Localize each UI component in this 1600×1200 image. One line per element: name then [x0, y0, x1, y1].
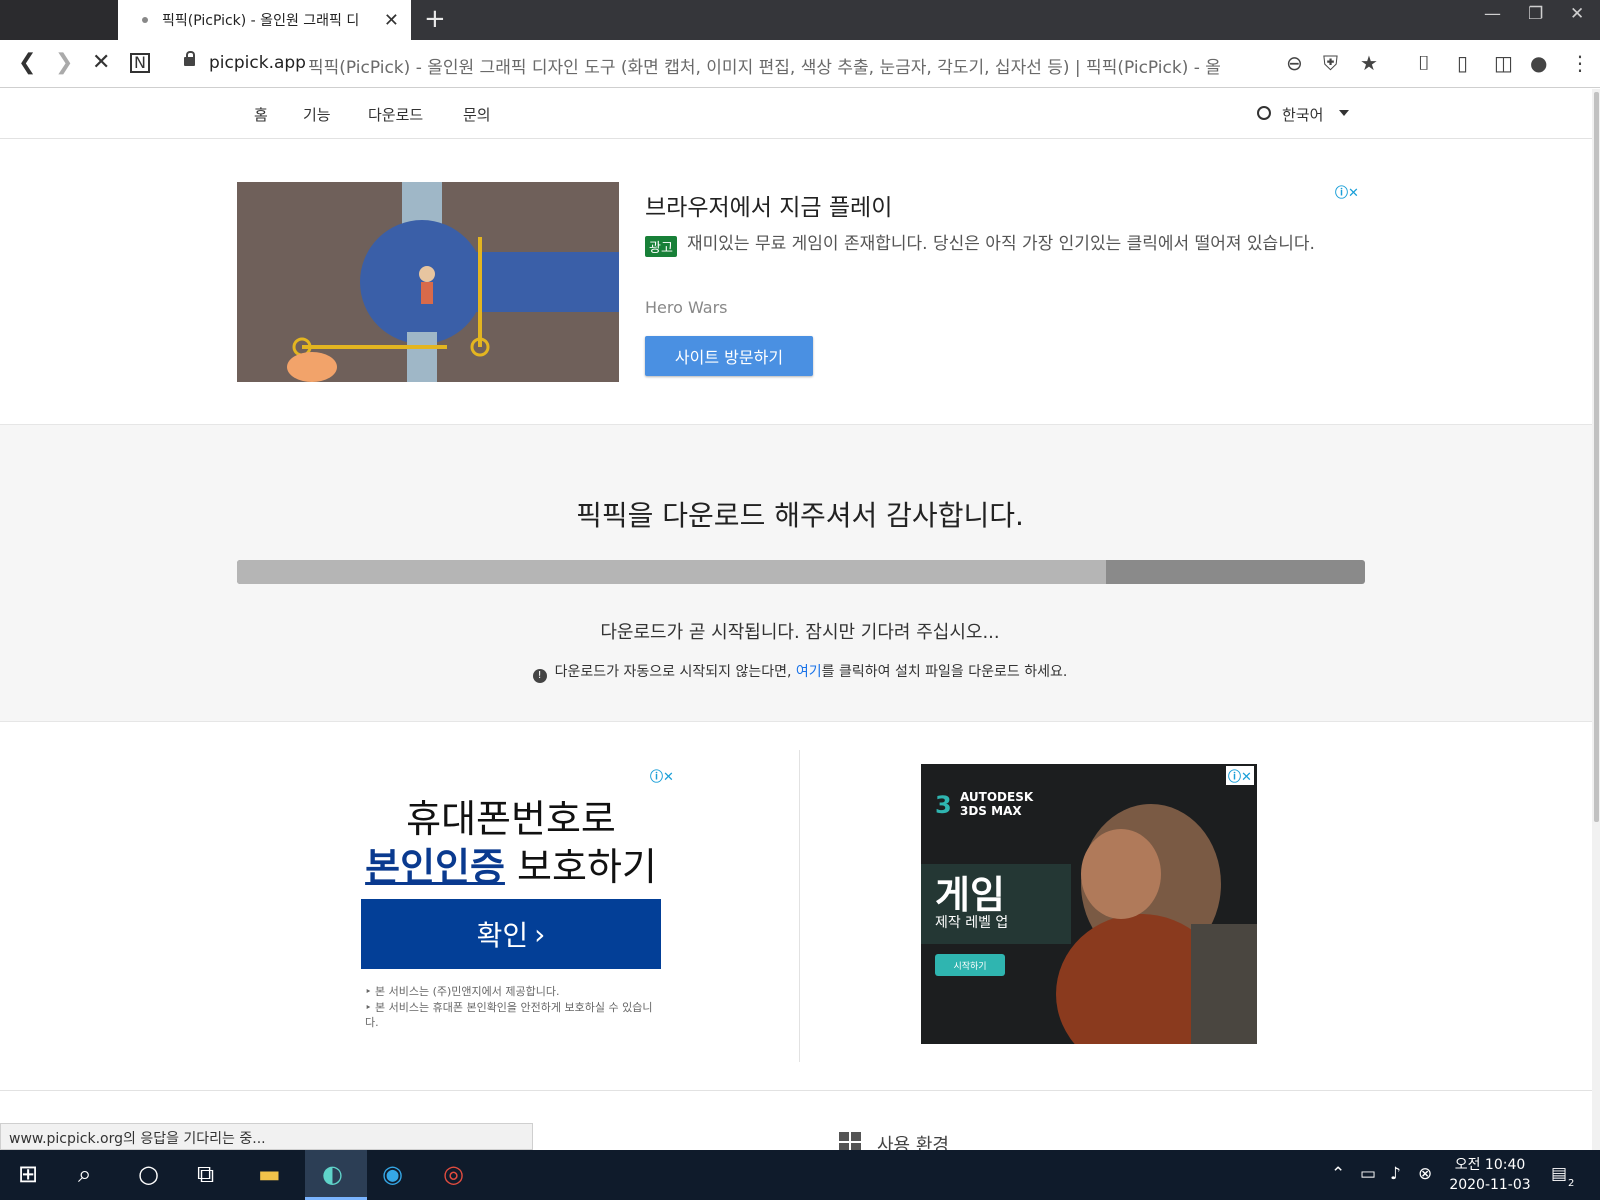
ad-verify-note-1: ‣ 본 서비스는 (주)민앤지에서 제공합니다. [365, 985, 560, 998]
chevron-right-icon: › [534, 917, 546, 951]
ad-verify-line2-rest: 보호하기 [504, 845, 657, 889]
start-windows-icon[interactable]: ⊞ [18, 1160, 38, 1188]
address-bar: ❮ ❯ ✕ N picpick.app 픽픽(PicPick) - 올인원 그래… [0, 40, 1600, 88]
ad-title[interactable]: 브라우저에서 지금 플레이 [645, 188, 892, 222]
shield-icon[interactable]: ⛨ [1323, 51, 1338, 75]
nav-download[interactable]: 다운로드 [368, 104, 423, 125]
download-note: ! 다운로드가 자동으로 시작되지 않는다면, 여기를 클릭하여 설치 파일을 다… [0, 661, 1600, 683]
inactive-tab-area[interactable] [0, 0, 118, 40]
ad-autodesk-brand-2: 3DS MAX [960, 804, 1022, 818]
site-nav: 홈 기능 다운로드 문의 한국어 [0, 89, 1592, 139]
search-icon[interactable]: ⌕ [78, 1160, 91, 1188]
confirm-button[interactable]: 확인 › [361, 899, 661, 969]
ad-verify-note-2: ‣ 본 서비스는 휴대폰 본인확인을 안전하게 보호하실 수 있습니다. [365, 1001, 653, 1029]
restore-icon[interactable]: ❐ [1528, 4, 1543, 24]
ad-verify-highlight: 본인인증 [365, 845, 505, 889]
volume-icon[interactable]: ♪ [1390, 1164, 1401, 1184]
file-explorer-icon[interactable]: ▬ [258, 1160, 281, 1188]
ad-verify-note-1-text: 본 서비스는 (주)민앤지에서 제공합니다. [375, 985, 560, 998]
chevron-down-icon[interactable] [1339, 110, 1349, 116]
ad-verify-note-2-text: 본 서비스는 휴대폰 본인확인을 안전하게 보호하실 수 있습니다. [365, 1001, 653, 1029]
ad-description[interactable]: 재미있는 무료 게임이 존재합니다. 당신은 아직 가장 인기있는 클릭에서 떨… [645, 233, 1325, 255]
download-note-after: 를 클릭하여 설치 파일을 다운로드 하세요. [821, 664, 1068, 680]
loading-dot-icon [142, 17, 148, 23]
language-select[interactable]: 한국어 [1282, 104, 1323, 125]
url-page-title[interactable]: 픽픽(PicPick) - 올인원 그래픽 디자인 도구 (화면 캡처, 이미지… [308, 53, 1274, 78]
network-icon[interactable]: ▭ [1360, 1164, 1376, 1184]
windows-logo-icon [839, 1132, 861, 1152]
bookmark-star-icon[interactable]: ★ [1360, 51, 1378, 75]
error-tray-icon[interactable]: ⊗ [1418, 1164, 1432, 1184]
ad-autodesk-brand-1: AUTODESK [960, 790, 1034, 804]
ad-autodesk-headline: 게임 [935, 873, 1005, 917]
taskbar-clock[interactable]: 오전 10:40 2020-11-03 [1440, 1155, 1540, 1195]
nav-features[interactable]: 기능 [303, 104, 331, 125]
lock-icon[interactable] [184, 51, 195, 66]
cortana-icon[interactable]: ○ [138, 1160, 159, 1188]
download-note-before: 다운로드가 자동으로 시작되지 않는다면, [554, 664, 792, 680]
url-host[interactable]: picpick.app [209, 53, 306, 73]
info-icon: ! [532, 669, 547, 683]
taskbar: ⊞ ⌕ ○ ⧉ ▬ ◐ ◉ ◎ ⌃ ▭ ♪ ⊗ 오전 10:40 2020-11… [0, 1150, 1600, 1200]
visit-site-button[interactable]: 사이트 방문하기 [645, 336, 813, 376]
browser-tab-bar: 픽픽(PicPick) - 올인원 그래픽 디 ✕ + — ❐ ✕ [0, 0, 1600, 40]
tab-close-icon[interactable]: ✕ [384, 10, 399, 31]
ad-autodesk[interactable]: ⓘ✕ 3 AUTODESK 3DS MAX 게임 제작 레벨 업 시작하기 [921, 764, 1257, 1044]
reader-icon[interactable]: ▯ [1457, 51, 1468, 75]
notification-center-icon[interactable]: ▤ [1551, 1164, 1567, 1184]
naver-icon[interactable]: N [130, 53, 150, 73]
minimize-icon[interactable]: — [1484, 4, 1501, 24]
profile-icon[interactable]: ● [1530, 51, 1547, 75]
ad-badge: 광고 [645, 236, 677, 257]
camera-icon[interactable]: ⌷ [1418, 51, 1430, 75]
chrome-icon[interactable]: ◎ [443, 1160, 464, 1188]
forward-icon[interactable]: ❯ [55, 50, 73, 75]
tab-title: 픽픽(PicPick) - 올인원 그래픽 디 [162, 13, 360, 29]
task-view-icon[interactable]: ⧉ [197, 1160, 214, 1188]
notification-count: 2 [1568, 1178, 1575, 1189]
back-icon[interactable]: ❮ [18, 50, 36, 75]
menu-more-icon[interactable]: ⋮ [1570, 51, 1590, 75]
edge-icon[interactable]: ◉ [382, 1160, 403, 1188]
nav-contact[interactable]: 문의 [463, 104, 491, 125]
picpick-app-icon[interactable]: ◐ [322, 1160, 343, 1188]
status-bar: www.picpick.org의 응답을 기다리는 중... [0, 1123, 533, 1150]
section-divider [0, 1090, 1592, 1091]
ad-choices-icon[interactable]: ⓘ✕ [1335, 182, 1359, 201]
scrollbar-thumb[interactable] [1594, 92, 1599, 822]
zoom-out-icon[interactable]: ⊖ [1286, 51, 1303, 75]
new-tab-icon[interactable]: + [424, 4, 446, 34]
download-progress-fill [237, 560, 1106, 584]
download-here-link[interactable]: 여기 [796, 664, 822, 680]
ad-verify-line2[interactable]: 본인인증 보호하기 [361, 836, 661, 891]
window-close-icon[interactable]: ✕ [1570, 4, 1584, 24]
ad-choices-icon[interactable]: ⓘ✕ [1226, 766, 1254, 785]
autodesk-logo-icon: 3 [935, 791, 952, 819]
globe-icon[interactable] [1257, 106, 1271, 120]
column-divider [799, 750, 800, 1062]
clock-time: 오전 10:40 [1454, 1157, 1526, 1173]
ad-choices-icon[interactable]: ⓘ✕ [650, 766, 674, 785]
download-subtitle: 다운로드가 곧 시작됩니다. 잠시만 기다려 주십시오... [600, 622, 1000, 643]
active-tab[interactable]: 픽픽(PicPick) - 올인원 그래픽 디 ✕ [118, 0, 411, 40]
ad-advertiser[interactable]: Hero Wars [645, 298, 728, 317]
ad-autodesk-start-button[interactable]: 시작하기 [935, 954, 1005, 976]
nav-home[interactable]: 홈 [254, 104, 268, 125]
ad-autodesk-brand: AUTODESK 3DS MAX [960, 790, 1033, 818]
download-progress-bar [237, 560, 1365, 584]
stop-loading-icon[interactable]: ✕ [92, 50, 110, 75]
ad-autodesk-sub: 제작 레벨 업 [935, 915, 1009, 931]
clock-date: 2020-11-03 [1449, 1177, 1531, 1193]
tray-chevron-up-icon[interactable]: ⌃ [1331, 1164, 1345, 1184]
download-title: 픽픽을 다운로드 해주셔서 감사합니다. [576, 499, 1024, 532]
ad-game-image[interactable] [237, 182, 619, 382]
ad-verify-line1[interactable]: 휴대폰번호로 [361, 788, 661, 843]
sidebar-icon[interactable]: ◫ [1494, 51, 1513, 75]
confirm-label: 확인 [476, 919, 529, 952]
